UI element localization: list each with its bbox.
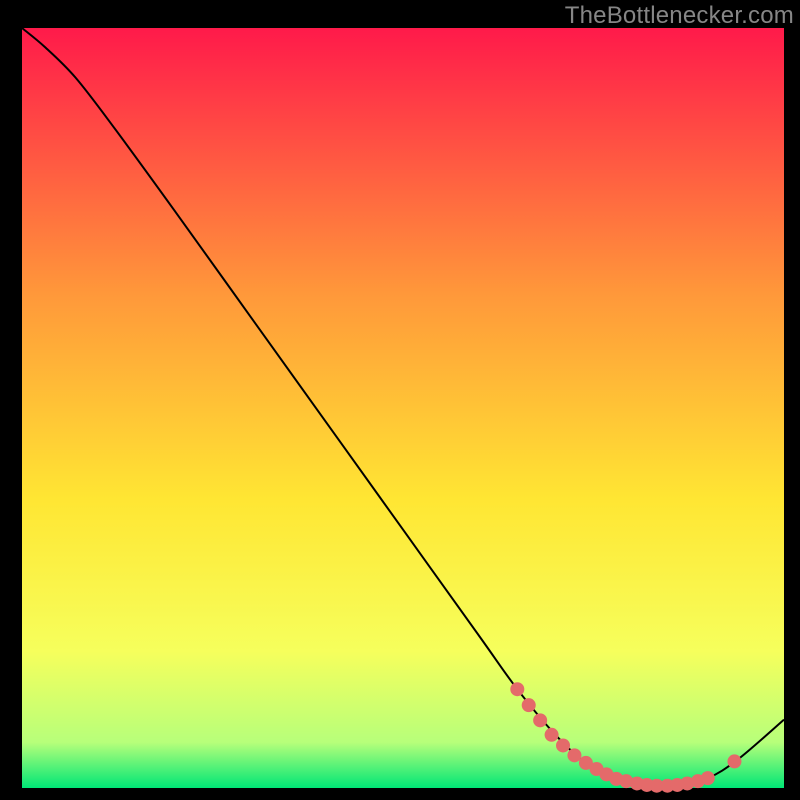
data-marker [522,698,536,712]
data-marker [510,682,524,696]
data-marker [556,738,570,752]
data-marker [533,713,547,727]
data-marker [545,728,559,742]
data-marker [567,748,581,762]
data-marker [701,771,715,785]
bottleneck-chart [0,0,800,800]
plot-background [22,28,784,788]
watermark-text: TheBottlenecker.com [565,2,794,30]
chart-frame: { "watermark": "TheBottlenecker.com", "c… [0,0,800,800]
data-marker [727,754,741,768]
